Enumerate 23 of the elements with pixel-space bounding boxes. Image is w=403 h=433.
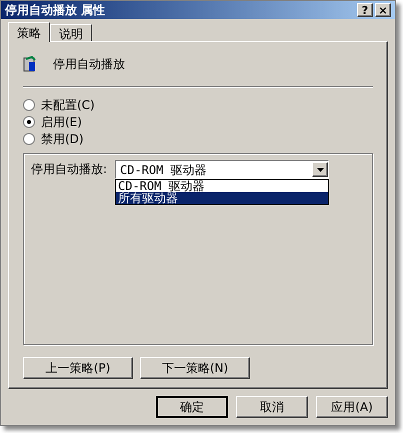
radio-label[interactable]: 启用(E) [41, 112, 82, 130]
dialog-button[interactable]: 应用(A) [316, 396, 388, 418]
radio-label[interactable]: 未配置(C) [41, 96, 95, 114]
tab[interactable]: 策略 [8, 22, 50, 42]
radio-button[interactable] [23, 116, 35, 128]
help-button[interactable]: ? [357, 3, 373, 17]
nav-button[interactable]: 下一策略(N) [140, 357, 250, 379]
dialog-button[interactable]: 取消 [236, 396, 308, 418]
setting-label: 停用自动播放: [31, 161, 108, 178]
dialog-button[interactable]: 确定 [156, 396, 228, 418]
radio-button[interactable] [23, 132, 35, 144]
policy-name: 停用自动播放 [53, 56, 125, 73]
radio-button[interactable] [23, 98, 35, 110]
window-title: 停用自动播放 属性 [5, 2, 106, 19]
radio-label[interactable]: 禁用(D) [41, 130, 84, 148]
close-button[interactable]: × [375, 3, 391, 17]
dropdown-value: CD-ROM 驱动器 [120, 162, 207, 178]
nav-button[interactable]: 上一策略(P) [23, 357, 133, 379]
policy-icon [23, 56, 37, 72]
dropdown-option[interactable]: CD-ROM 驱动器 [116, 180, 328, 192]
dropdown-option[interactable]: 所有驱动器 [116, 192, 328, 204]
dropdown[interactable]: CD-ROM 驱动器 [115, 160, 329, 179]
tab[interactable]: 说明 [50, 24, 92, 41]
